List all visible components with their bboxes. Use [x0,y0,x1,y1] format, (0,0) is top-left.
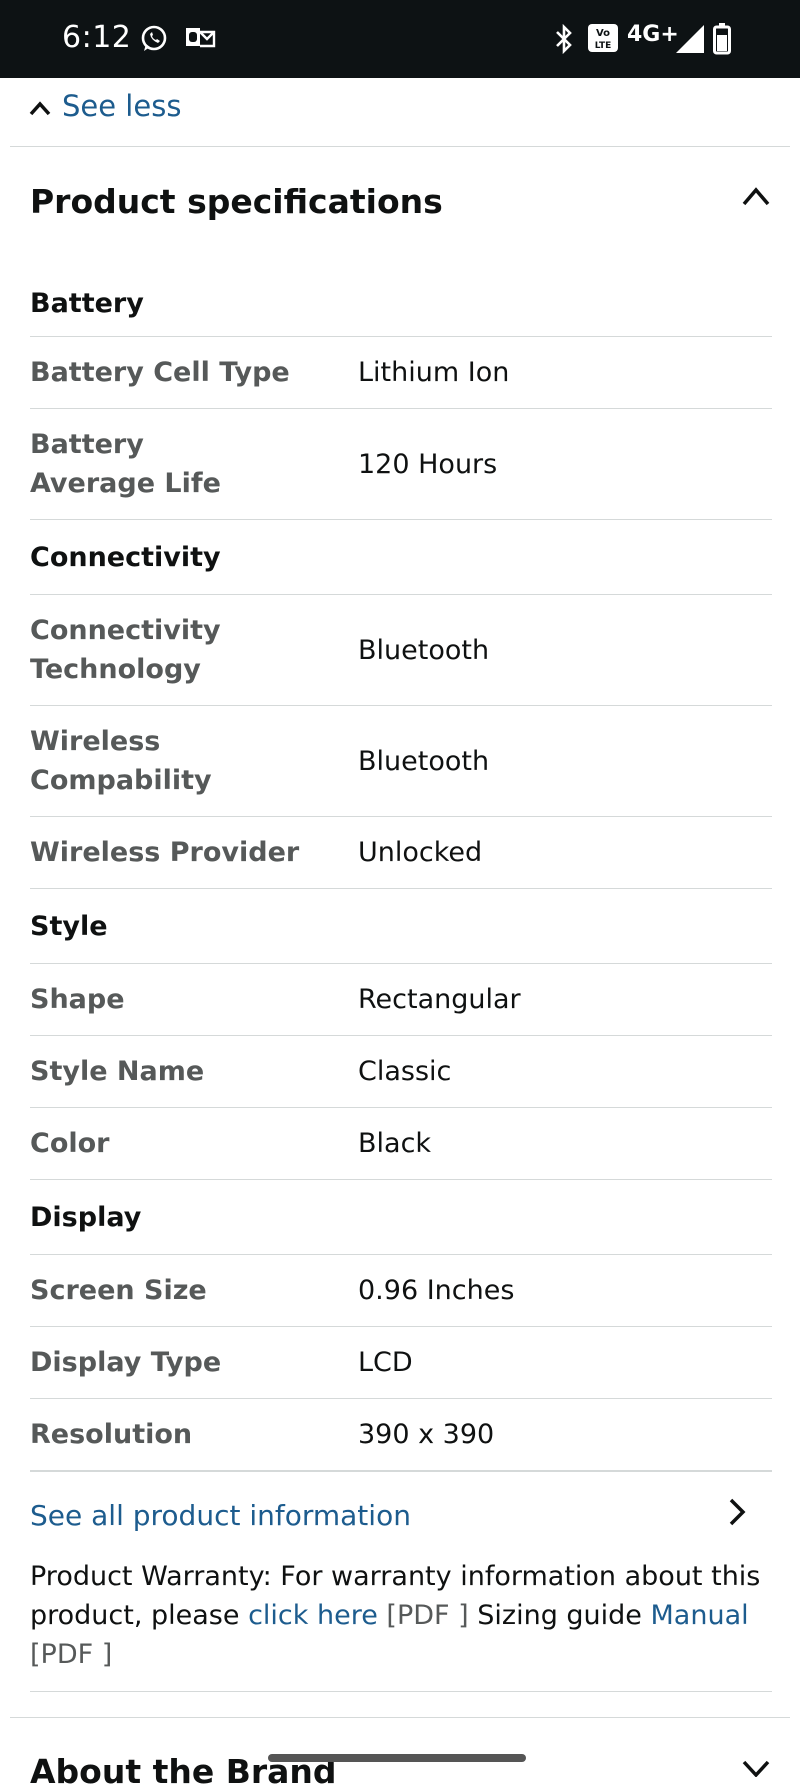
spec-key: Color [30,1128,110,1159]
spec-key: Wireless Provider [30,837,300,868]
spec-value: Black [358,1128,432,1159]
whatsapp-icon [139,24,169,58]
see-less-link[interactable]: See less [28,86,181,126]
signal-icon [676,25,704,57]
svg-text:Vo: Vo [596,28,610,39]
outlook-icon [184,24,216,56]
spec-key: Battery Average Life [30,429,221,499]
spec-row: Color Black [30,1108,772,1180]
pdf-tag: [PDF ] [377,1600,478,1631]
svg-text:LTE: LTE [595,41,612,51]
spec-value: Rectangular [358,984,521,1015]
spec-table: Battery Battery Cell Type Lithium Ion Ba… [30,270,772,1472]
spec-row: Shape Rectangular [30,964,772,1036]
spec-value: Lithium Ion [358,357,510,388]
spec-row: Battery Average Life 120 Hours [30,409,772,520]
spec-key: Battery Cell Type [30,357,290,388]
spec-value: Unlocked [358,837,483,868]
spec-key: Shape [30,984,125,1015]
spec-group-heading: Style [30,889,772,964]
collapse-section-button[interactable] [736,180,776,216]
spec-row: Style Name Classic [30,1036,772,1108]
spec-row: Display Type LCD [30,1327,772,1399]
network-type: 4G+ [627,22,679,47]
spec-value: LCD [358,1347,413,1378]
status-time: 6:12 [62,20,132,55]
see-all-product-info-link[interactable]: See all product information [30,1480,748,1550]
sizing-guide-text: Sizing guide [477,1600,651,1631]
section-title: Product specifications [30,182,443,221]
spec-key: Display Type [30,1347,222,1378]
home-indicator[interactable] [268,1754,526,1762]
volte-icon: Vo LTE [588,24,618,56]
spec-value: 120 Hours [358,448,498,480]
pdf-tag: [PDF ] [30,1639,113,1670]
divider [10,146,790,147]
chevron-up-icon [28,89,52,123]
spec-row: Screen Size 0.96 Inches [30,1255,772,1327]
chevron-right-icon [726,1497,748,1534]
chevron-up-icon [736,187,776,214]
see-all-label: See all product information [30,1498,411,1532]
status-bar: 6:12 Vo LTE 4G+ [0,0,800,78]
expand-about-brand-button[interactable] [736,1752,776,1777]
spec-row: Resolution 390 x 390 [30,1399,772,1472]
spec-key: Resolution [30,1419,193,1450]
spec-key: Connectivity Technology [30,615,221,685]
spec-row: Connectivity Technology Bluetooth [30,595,772,706]
divider [30,1691,772,1692]
spec-key: Wireless Compability [30,726,212,796]
spec-group-heading: Display [30,1180,772,1255]
battery-icon [713,23,731,59]
warranty-text: Product Warranty: For warranty informati… [30,1557,770,1674]
click-here-link[interactable]: click here [248,1600,378,1631]
spec-value: 0.96 Inches [358,1275,515,1306]
spec-key: Style Name [30,1056,205,1087]
spec-row: Wireless Compability Bluetooth [30,706,772,817]
divider [10,1717,790,1718]
spec-value: Classic [358,1056,452,1087]
see-less-label: See less [62,89,182,123]
spec-group-heading: Connectivity [30,520,772,595]
spec-row: Battery Cell Type Lithium Ion [30,337,772,409]
spec-value: Bluetooth [358,634,490,666]
spec-row: Wireless Provider Unlocked [30,817,772,889]
spec-group-heading: Battery [30,270,772,337]
chevron-down-icon [736,1760,776,1777]
spec-value: Bluetooth [358,745,490,777]
spec-value: 390 x 390 [358,1419,495,1450]
spec-key: Screen Size [30,1275,207,1306]
bluetooth-icon [553,23,575,58]
manual-link[interactable]: Manual [651,1600,749,1631]
